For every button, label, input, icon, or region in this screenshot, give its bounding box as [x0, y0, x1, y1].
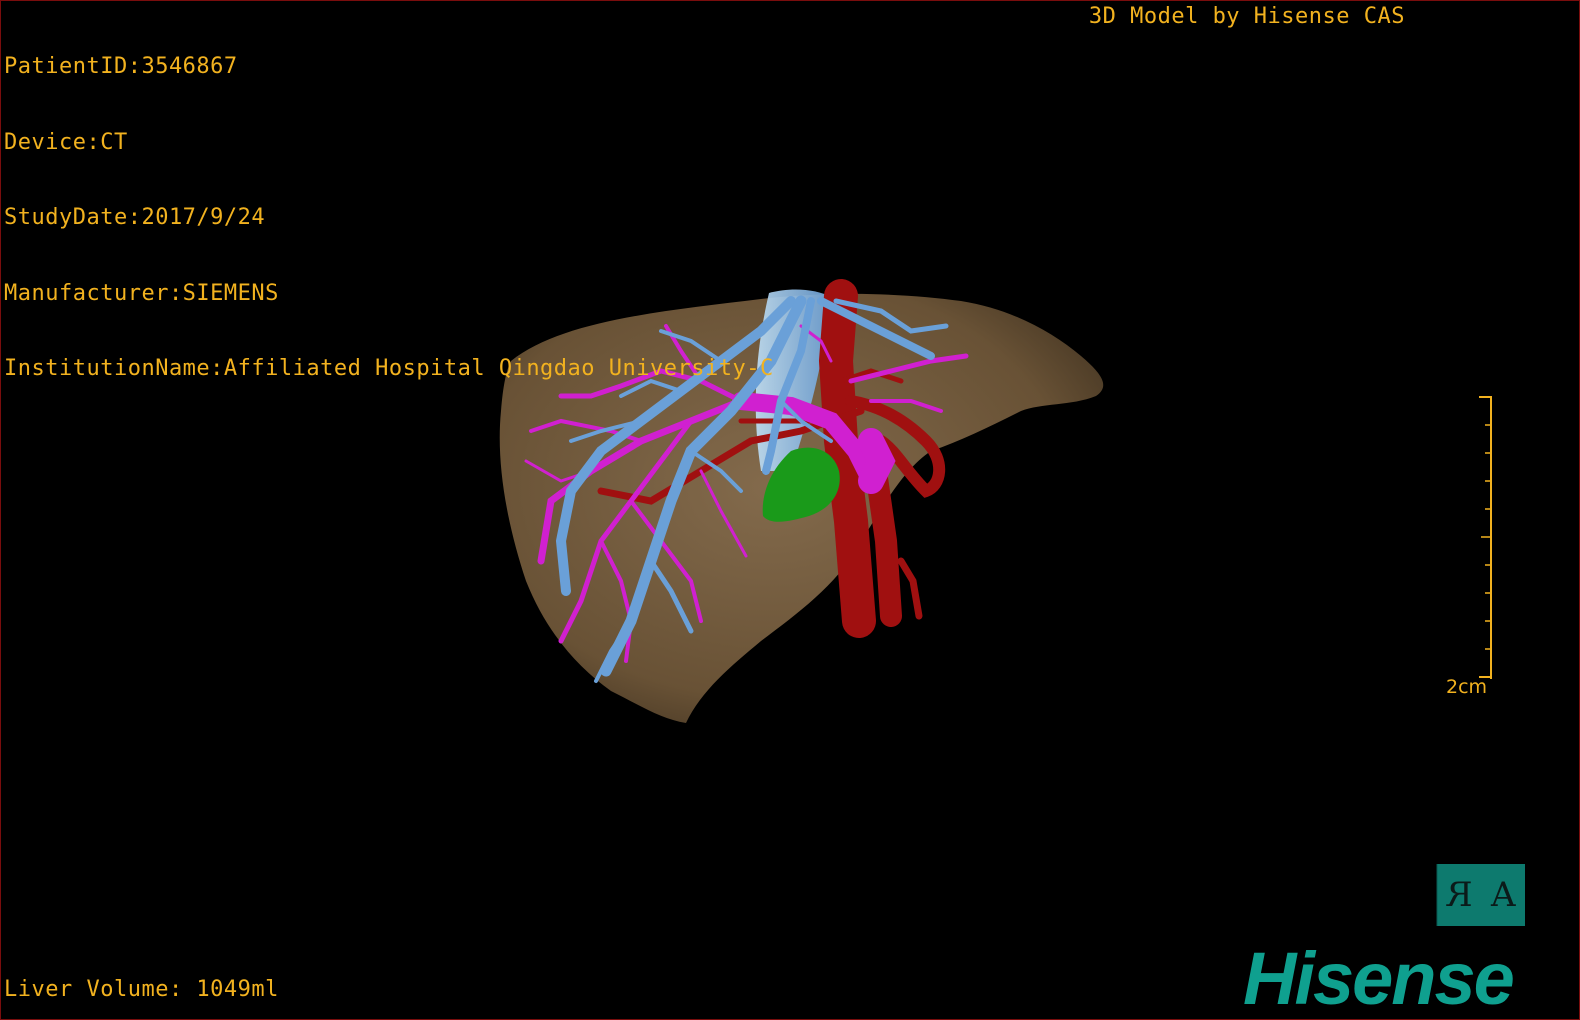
manufacturer: Manufacturer:SIEMENS [4, 280, 279, 306]
patient-id: PatientID:3546867 [4, 54, 238, 79]
3d-viewport[interactable]: PatientID:3546867 Device:CT StudyDate:20… [0, 0, 1580, 1020]
institution-name: InstitutionName:Affiliated Hospital Qing… [4, 356, 774, 381]
study-date: StudyDate:2017/9/24 [4, 205, 266, 230]
orientation-left-label[interactable]: R [1437, 864, 1482, 926]
hisense-logo: Hisense [1243, 937, 1515, 1020]
dicom-metadata: PatientID:3546867 Device:CT StudyDate:20… [4, 4, 774, 432]
orientation-cube[interactable]: R A [1437, 864, 1525, 926]
liver-volume: Liver Volume: 1049ml [4, 977, 279, 1002]
model-credit: 3D Model by Hisense CAS [1088, 4, 1405, 29]
orientation-right-label[interactable]: A [1482, 864, 1526, 926]
device: Device:CT [4, 129, 128, 155]
scale-bar [1479, 396, 1492, 679]
scale-label: 2cm [1446, 676, 1488, 698]
